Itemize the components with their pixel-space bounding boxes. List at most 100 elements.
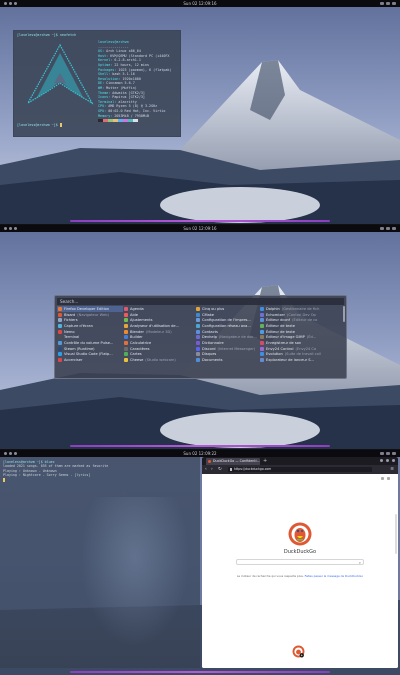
app-icon [260, 312, 264, 317]
forward-button[interactable]: › [211, 465, 213, 474]
info-key: Shell: [98, 72, 111, 77]
app-label: Éditeur de texte [266, 329, 296, 334]
app-icon [260, 306, 264, 311]
new-tab-button[interactable]: + [263, 457, 267, 465]
browser-tab[interactable]: DuckDuckGo — Confidenti... [206, 458, 260, 465]
app-label: Disques [202, 352, 217, 357]
app-description: (Modeleur 3D) [145, 329, 172, 334]
maximize-icon[interactable] [386, 459, 389, 462]
reload-button[interactable]: ↻ [218, 465, 222, 474]
prompt-text: [loveless@archvm ~]$ [17, 123, 58, 127]
app-item[interactable]: Cheese (Studio webcam) [123, 357, 195, 363]
info-key: WM: [98, 85, 105, 90]
app-icon [196, 346, 200, 351]
search-input[interactable]: ⌕ [236, 559, 364, 565]
app-description: (Éditeur de co [292, 318, 318, 323]
terminal-line: Playing : Nightcore - Sorry Seems - [lyr… [3, 473, 91, 478]
app-icon [58, 358, 62, 363]
app-label: Configuration de l'impres... [202, 318, 251, 323]
app-label: Accerciser [64, 358, 83, 363]
info-key: DE: [98, 81, 105, 86]
music-terminal-window[interactable]: [loveless@archvm ~]$ bluez loaded 2021 so… [0, 457, 200, 668]
system-tray[interactable] [380, 2, 396, 5]
terminal-cursor [3, 477, 5, 482]
app-icon [124, 323, 128, 328]
app-icon [260, 323, 264, 328]
back-button[interactable]: ‹ [205, 465, 207, 474]
info-value: 22 hours, 12 mins [114, 62, 150, 67]
app-icon [58, 329, 62, 334]
neofetch-terminal-window[interactable]: [loveless@archvm ~]$ neofetch loveless@a… [13, 30, 181, 137]
page-scrollbar[interactable] [395, 514, 397, 554]
search-icon[interactable]: ⌕ [359, 560, 361, 565]
info-value: Papirus [GTK2/3] [112, 95, 145, 100]
app-description: (Gestionnaire de fich [281, 306, 320, 311]
app-label: Echomixer [266, 312, 285, 317]
tab-bar: DuckDuckGo — Confidenti... + [202, 457, 398, 465]
tagline-link[interactable]: Faites passer le message de DuckDuckGo [305, 574, 363, 578]
tab-title: DuckDuckGo — Confidenti... [213, 459, 260, 463]
system-tray[interactable] [380, 452, 396, 455]
bottom-indicator [70, 445, 330, 447]
app-item[interactable]: Explorateur de lanceur S... [259, 357, 331, 363]
close-icon[interactable] [392, 459, 395, 462]
app-label: Visual Studio Code (Flatp... [64, 352, 113, 357]
page-header-icons [381, 477, 390, 480]
system-info: loveless@archvm --------------- OS: Arch… [98, 40, 180, 123]
app-label: Cinq ou plus [202, 306, 225, 311]
app-description: (Navigateur de doc... [218, 335, 257, 340]
app-description: (Internet Messenger) [217, 346, 256, 351]
app-icon [58, 312, 62, 317]
app-label: CMake [202, 312, 214, 317]
terminal-cursor [59, 123, 62, 127]
app-label: Dictionnaire [202, 340, 224, 345]
app-icon [124, 312, 128, 317]
app-icon [124, 329, 128, 334]
app-icon [196, 358, 200, 363]
app-icon [260, 329, 264, 334]
menu-button[interactable]: ≡ [390, 465, 394, 474]
twitter-icon[interactable] [381, 477, 384, 480]
app-label: Evolution [266, 352, 283, 357]
app-description: (Suite de travail coll [284, 352, 321, 357]
app-item[interactable]: Documents [195, 357, 259, 363]
top-bar: Sun 02 12:09:16 [0, 225, 400, 232]
app-label: Analyseur d'utilisation de... [130, 323, 180, 328]
app-label: Fichiers [64, 318, 78, 323]
app-icon [196, 318, 200, 323]
info-value: KVM/QEMU (Standard PC (i440FX [110, 53, 170, 58]
app-icon [58, 346, 62, 351]
app-label: Aide [130, 312, 138, 317]
app-label: Terminal [64, 335, 80, 340]
info-key: Resolution: [98, 76, 121, 81]
info-value: 1920x1080 [122, 76, 141, 81]
system-tray[interactable] [380, 227, 396, 230]
app-icon [196, 340, 200, 345]
app-icon [124, 318, 128, 323]
top-bar: Sun 02 12:09:16 [0, 0, 400, 7]
app-icon [58, 352, 62, 357]
top-bar: Sun 02 12:09:22 [0, 450, 400, 457]
app-label: Devhelp [202, 335, 217, 340]
info-key: CPU: [98, 104, 107, 109]
hamburger-icon[interactable] [387, 477, 390, 480]
app-label: Cartes [130, 352, 142, 357]
app-description: (Éd... [306, 335, 317, 340]
launcher-search-input[interactable]: Search... [57, 298, 344, 305]
info-value: alacritty [118, 99, 137, 104]
app-label: Discord [202, 346, 216, 351]
app-label: Nemo [64, 329, 75, 334]
app-label: Éditeur de texte [266, 323, 296, 328]
info-value: 1023 (pacman), 6 (flatpak) [118, 67, 172, 72]
app-icon [260, 340, 264, 345]
app-icon [260, 335, 264, 340]
minimize-icon[interactable] [380, 459, 383, 462]
browser-window: DuckDuckGo — Confidenti... + ‹ › ↻ https… [202, 457, 398, 668]
info-key: Memory: [98, 113, 113, 118]
color-swatch [133, 119, 138, 123]
app-label: Éditeur d'image GIMP [266, 335, 305, 340]
clock: Sun 02 12:09:16 [183, 1, 217, 6]
url-bar[interactable]: https://duckduckgo.com [228, 467, 372, 472]
app-item[interactable]: Accerciser [57, 357, 123, 363]
launcher-scrollbar[interactable] [343, 306, 345, 322]
